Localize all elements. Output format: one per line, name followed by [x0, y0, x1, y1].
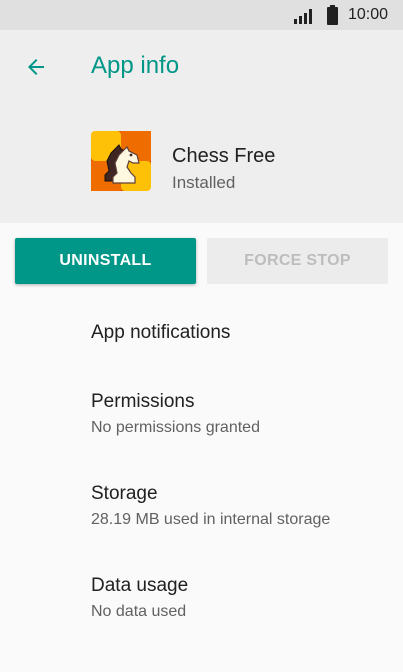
settings-item-app-notifications[interactable]: App notifications [91, 322, 230, 344]
settings-item-title: App notifications [91, 322, 231, 343]
status-bar: 10:00 [0, 0, 403, 30]
settings-item-permissions[interactable]: Permissions No permissions granted [91, 391, 260, 437]
chess-knight-app-icon [91, 131, 151, 191]
back-button[interactable] [16, 47, 56, 87]
settings-item-storage[interactable]: Storage 28.19 MB used in internal storag… [91, 483, 330, 529]
status-time: 10:00 [348, 6, 389, 23]
app-install-status: Installed [172, 173, 236, 192]
arrow-left-icon [28, 59, 44, 75]
page-title: App info [91, 52, 180, 79]
battery-icon [327, 5, 338, 25]
settings-item-subtitle: No permissions granted [91, 419, 260, 436]
settings-item-subtitle: No data used [91, 603, 187, 620]
app-name: Chess Free [172, 145, 276, 167]
settings-item-title: Data usage [91, 575, 189, 596]
settings-item-subtitle: 28.19 MB used in internal storage [91, 511, 331, 528]
force-stop-button[interactable]: FORCE STOP [207, 238, 388, 284]
uninstall-button[interactable]: UNINSTALL [15, 238, 196, 284]
app-info-header: App info Chess Free Installed [0, 30, 403, 223]
settings-item-data-usage[interactable]: Data usage No data used [91, 575, 188, 621]
settings-item-title: Permissions [91, 391, 195, 412]
settings-item-title: Storage [91, 483, 158, 504]
signal-icon [294, 9, 312, 24]
